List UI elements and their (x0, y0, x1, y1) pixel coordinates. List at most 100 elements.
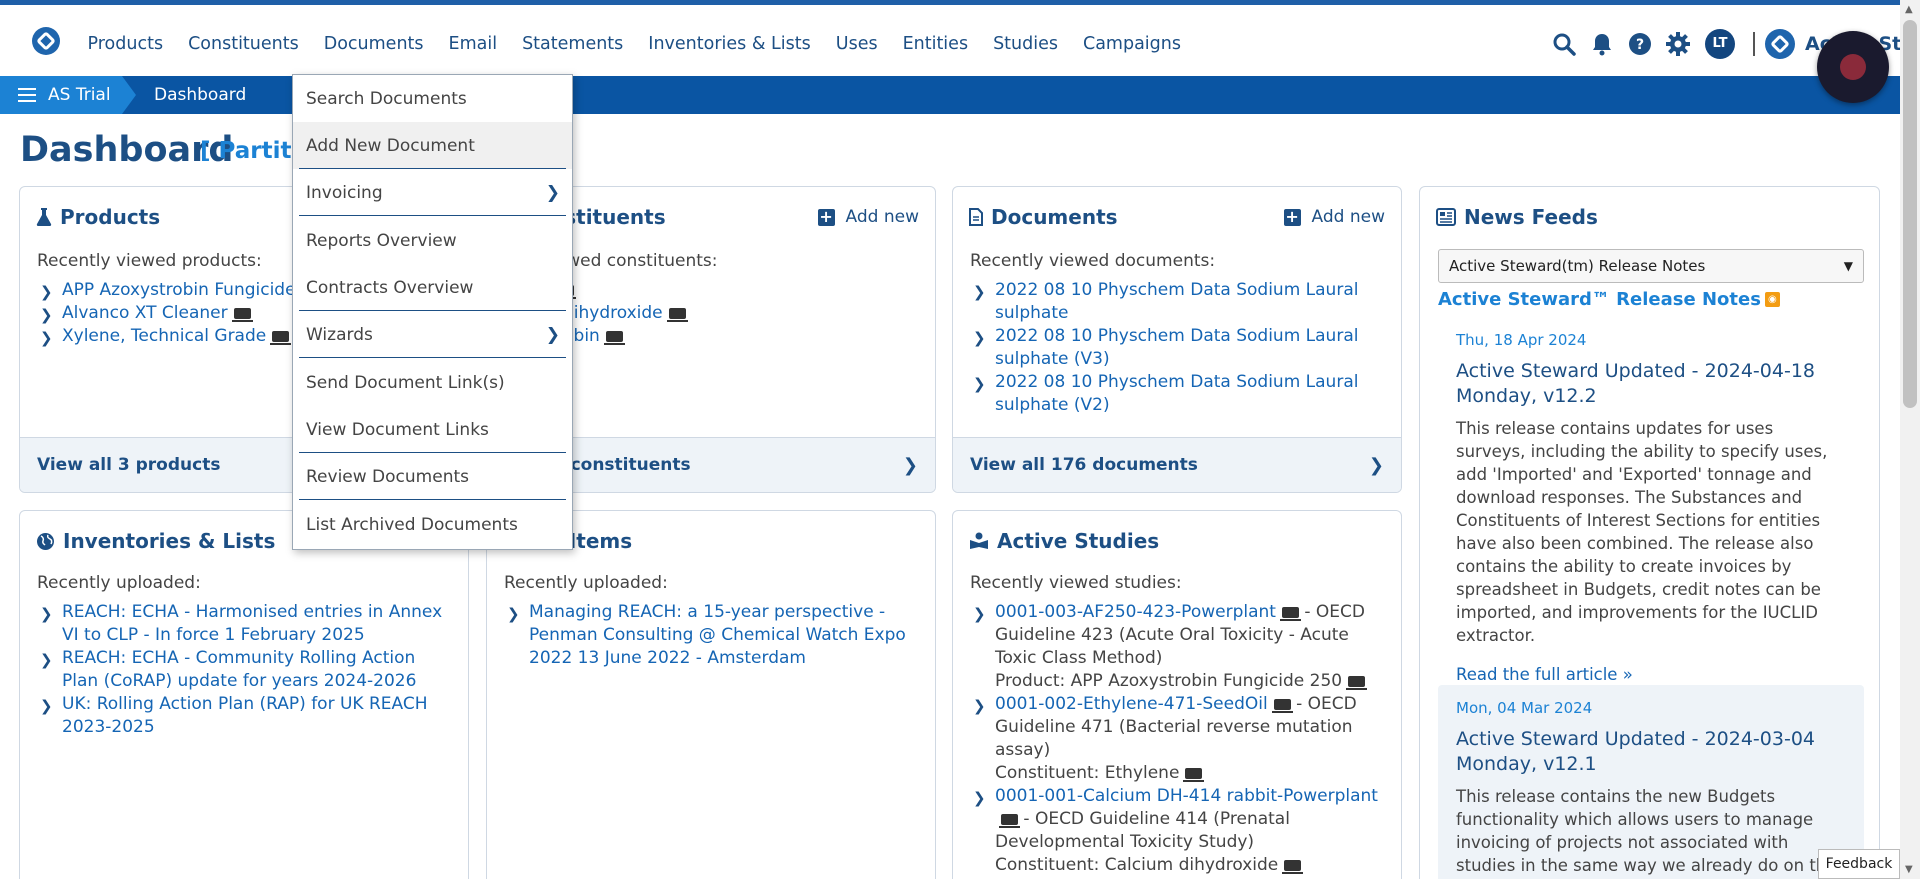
study-link[interactable]: 0001-003-AF250-423-Powerplant (995, 602, 1276, 622)
laptop-icon (1346, 676, 1368, 690)
laptop-icon (1271, 699, 1293, 713)
menu-item-review-documents[interactable]: Review Documents (293, 453, 572, 500)
studies-icon (969, 532, 989, 550)
nav-documents[interactable]: Documents (311, 34, 436, 54)
list-item[interactable]: ❯ REACH: ECHA - Community Rolling Action … (37, 647, 456, 693)
scroll-up-icon[interactable]: ▲ (1905, 4, 1913, 15)
list-item: ❯ 0001-002-Ethylene-471-SeedOil - OECD Gu… (973, 694, 1357, 783)
nav-constituents[interactable]: Constituents (176, 34, 312, 54)
constituents-list: e m dihydroxide strobin (541, 279, 923, 348)
list-item[interactable]: e (541, 279, 923, 302)
news-items-subtitle: Recently uploaded: (504, 573, 668, 593)
active-studies-card: Active Studies Recently viewed studies: … (952, 510, 1402, 879)
list-item[interactable]: ❯ REACH: ECHA - Harmonised entries in Ann… (37, 601, 456, 647)
partition-label: [ Partition (200, 138, 292, 164)
list-item[interactable]: ❯ 2022 08 10 Physchem Data Sodium Laural … (970, 325, 1389, 371)
article-title[interactable]: Active Steward Updated - 2024-03-04 Mond… (1456, 727, 1846, 777)
menu-item-list-archived-documents[interactable]: List Archived Documents (293, 501, 572, 548)
brand-logo-icon[interactable] (1765, 28, 1795, 59)
list-item[interactable]: ❯ 2022 08 10 Physchem Data Sodium Laural … (970, 371, 1389, 417)
chevron-right-icon: ❯ (545, 182, 560, 203)
menu-item-wizards[interactable]: Wizards ❯ (293, 311, 572, 358)
laptop-icon (1279, 607, 1301, 621)
menu-item-add-new-document[interactable]: Add New Document (293, 122, 572, 169)
add-document-button[interactable]: + Add new (1283, 207, 1385, 227)
breadcrumb-home-label: AS Trial (48, 85, 111, 105)
list-item[interactable]: strobin (541, 325, 923, 348)
chevron-right-icon: ❯ (902, 454, 918, 476)
feedback-button[interactable]: Feedback (1818, 849, 1900, 879)
article-date: Mon, 04 Mar 2024 (1456, 699, 1593, 717)
active-studies-card-title[interactable]: Active Studies (969, 529, 1159, 553)
toolbar-divider (1753, 31, 1755, 56)
page-scrollbar[interactable]: ▲ ▼ (1900, 0, 1920, 879)
hamburger-menu-icon[interactable] (18, 88, 36, 102)
news-article: Mon, 04 Mar 2024 Active Steward Updated … (1438, 685, 1864, 879)
chevron-down-icon: ▼ (1843, 259, 1853, 273)
svg-text:?: ? (1636, 37, 1644, 53)
study-link[interactable]: 0001-001-Calcium DH-414 rabbit-Powerplan… (995, 786, 1378, 806)
documents-card-title[interactable]: Documents (969, 205, 1118, 229)
laptop-icon (1183, 768, 1205, 782)
list-item: ❯ 0001-003-AF250-423-Powerplant - OECD Gu… (973, 602, 1368, 691)
globe-icon (36, 532, 55, 551)
nav-studies[interactable]: Studies (981, 34, 1071, 54)
nav-uses[interactable]: Uses (823, 34, 890, 54)
laptop-icon (666, 308, 688, 322)
flask-icon (36, 207, 52, 227)
article-title[interactable]: Active Steward Updated - 2024-04-18 Mond… (1456, 359, 1846, 409)
inventories-card: Inventories & Lists Recently uploaded: ❯… (19, 510, 469, 879)
app-logo-icon[interactable] (32, 27, 60, 55)
menu-item-invoicing[interactable]: Invoicing ❯ (293, 169, 572, 216)
nav-products[interactable]: Products (75, 34, 176, 54)
scroll-down-icon[interactable]: ▼ (1905, 864, 1913, 875)
products-card-title[interactable]: Products (36, 205, 160, 229)
nav-statements[interactable]: Statements (510, 34, 636, 54)
feed-title-link[interactable]: Active Steward™ Release Notes ◉ (1438, 289, 1780, 310)
nav-inventories-lists[interactable]: Inventories & Lists (636, 34, 823, 54)
documents-dropdown-menu: Search Documents Add New Document Invoic… (292, 74, 573, 550)
menu-item-send-document-links[interactable]: Send Document Link(s) (293, 359, 572, 406)
top-navigation: Products Constituents Documents Email St… (0, 5, 1920, 76)
scrollbar-thumb[interactable] (1903, 20, 1917, 408)
list-item[interactable]: ❯ UK: Rolling Action Plan (RAP) for UK RE… (37, 693, 456, 739)
news-feeds-card: News Feeds Active Steward(tm) Release No… (1419, 186, 1880, 879)
plus-icon: + (1283, 207, 1301, 226)
news-feed-select[interactable]: Active Steward(tm) Release Notes ▼ (1438, 249, 1864, 283)
rss-icon: ◉ (1764, 292, 1780, 307)
nav-entities[interactable]: Entities (890, 34, 980, 54)
read-more-link[interactable]: Read the full article » (1456, 665, 1846, 684)
inventories-card-title[interactable]: Inventories & Lists (36, 529, 275, 553)
record-button[interactable] (1817, 31, 1889, 103)
laptop-icon (231, 308, 253, 322)
add-constituent-button[interactable]: + Add new (817, 207, 919, 227)
news-feeds-title: News Feeds (1436, 205, 1598, 229)
list-item[interactable]: m dihydroxide (541, 302, 923, 325)
nav-email[interactable]: Email (436, 34, 510, 54)
menu-item-view-document-links[interactable]: View Document Links (293, 406, 572, 453)
gear-icon[interactable] (1665, 31, 1691, 57)
laptop-icon (999, 814, 1020, 828)
menu-item-reports-overview[interactable]: Reports Overview (293, 217, 572, 264)
view-all-documents-link[interactable]: View all 176 documents ❯ (953, 437, 1401, 492)
study-link[interactable]: 0001-002-Ethylene-471-SeedOil (995, 694, 1268, 714)
search-icon[interactable] (1551, 31, 1577, 57)
menu-item-contracts-overview[interactable]: Contracts Overview (293, 264, 572, 311)
breadcrumb-current: Dashboard (154, 85, 247, 105)
help-icon[interactable]: ? (1627, 31, 1653, 57)
article-body: This release contains the new Budgets fu… (1456, 787, 1836, 875)
inventories-subtitle: Recently uploaded: (37, 573, 201, 593)
plus-icon: + (817, 207, 835, 226)
document-icon (969, 208, 983, 226)
menu-item-search-documents[interactable]: Search Documents (293, 75, 572, 122)
list-item[interactable]: ❯ 2022 08 10 Physchem Data Sodium Laural … (970, 279, 1389, 325)
user-avatar[interactable]: LT (1705, 28, 1735, 59)
nav-campaigns[interactable]: Campaigns (1070, 34, 1193, 54)
news-items-card: s Items Recently uploaded: ❯ Managing REA… (486, 510, 936, 879)
products-subtitle: Recently viewed products: (37, 251, 262, 271)
newspaper-icon (1436, 208, 1456, 226)
laptop-icon (603, 331, 625, 345)
breadcrumb-home[interactable]: AS Trial (0, 76, 136, 114)
list-item[interactable]: ❯ Managing REACH: a 15-year perspective -… (504, 601, 923, 670)
bell-icon[interactable] (1589, 31, 1615, 57)
